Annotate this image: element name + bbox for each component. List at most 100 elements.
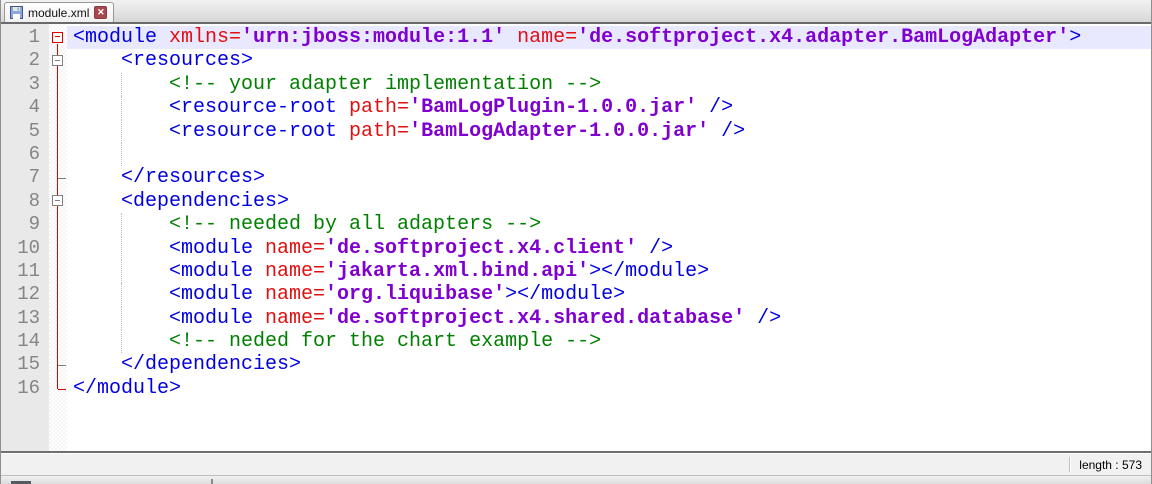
indent-guide xyxy=(121,260,122,283)
fold-guide xyxy=(49,353,67,376)
fold-marker[interactable] xyxy=(49,49,67,72)
code-text[interactable]: <dependencies> xyxy=(67,190,1151,213)
code-line-9[interactable]: 9 <!-- needed by all adapters --> xyxy=(1,213,1151,236)
code-text[interactable]: </resources> xyxy=(67,166,1151,189)
token-attr: name= xyxy=(265,283,325,306)
code-text[interactable]: <!-- your adapter implementation --> xyxy=(67,73,1151,96)
fold-guide xyxy=(49,377,67,400)
code-text[interactable]: <resource-root path='BamLogPlugin-1.0.0.… xyxy=(67,96,1151,119)
token-tag: /> xyxy=(709,120,745,143)
token-val: 'urn:jboss:module:1.1' xyxy=(241,26,505,49)
tab-module-xml[interactable]: module.xml ✕ xyxy=(4,2,114,22)
tab-title: module.xml xyxy=(28,6,89,20)
token-tag: <module xyxy=(73,26,169,49)
line-number[interactable]: 4 xyxy=(1,96,49,119)
code-text[interactable]: </dependencies> xyxy=(67,353,1151,376)
token-com: <!-- needed by all adapters --> xyxy=(73,213,541,236)
token-val: 'BamLogAdapter-1.0.0.jar' xyxy=(409,120,709,143)
tab-bar: module.xml ✕ xyxy=(1,0,1151,24)
code-line-6[interactable]: 6 xyxy=(1,143,1151,166)
token-tag: </dependencies> xyxy=(73,353,301,376)
indent-guide xyxy=(121,143,122,166)
code-text[interactable]: <module name='org.liquibase'></module> xyxy=(67,283,1151,306)
code-line-15[interactable]: 15 </dependencies> xyxy=(1,353,1151,376)
line-number[interactable]: 5 xyxy=(1,120,49,143)
code-text[interactable]: <module name='jakarta.xml.bind.api'></mo… xyxy=(67,260,1151,283)
fold-guide xyxy=(49,307,67,330)
token-tag: > xyxy=(1069,26,1081,49)
line-number[interactable]: 16 xyxy=(1,377,49,400)
token-tag: </resources> xyxy=(73,166,265,189)
code-text[interactable]: <module name='de.softproject.x4.client' … xyxy=(67,237,1151,260)
line-number[interactable]: 13 xyxy=(1,307,49,330)
token-tag: </module> xyxy=(73,377,181,400)
line-number[interactable]: 9 xyxy=(1,213,49,236)
line-number[interactable]: 6 xyxy=(1,143,49,166)
line-number[interactable]: 8 xyxy=(1,190,49,213)
code-line-16[interactable]: 16 </module> xyxy=(1,377,1151,400)
indent-guide xyxy=(121,237,122,260)
token-tag: <resources> xyxy=(73,49,253,72)
token-tag: <module xyxy=(73,260,265,283)
code-line-14[interactable]: 14 <!-- neded for the chart example --> xyxy=(1,330,1151,353)
code-line-11[interactable]: 11 <module name='jakarta.xml.bind.api'><… xyxy=(1,260,1151,283)
code-text[interactable]: </module> xyxy=(67,377,1151,400)
fold-guide xyxy=(49,143,67,166)
fold-guide xyxy=(49,120,67,143)
code-line-2[interactable]: 2 <resources> xyxy=(1,49,1151,72)
line-number[interactable]: 2 xyxy=(1,49,49,72)
token-tag: <dependencies> xyxy=(73,190,289,213)
code-line-5[interactable]: 5 <resource-root path='BamLogAdapter-1.0… xyxy=(1,120,1151,143)
token-attr: name= xyxy=(265,260,325,283)
token-tag: <resource-root xyxy=(73,96,349,119)
token-attr: path= xyxy=(349,120,409,143)
fold-marker[interactable] xyxy=(49,26,67,49)
token-val: 'de.softproject.x4.shared.database' xyxy=(325,307,745,330)
code-line-8[interactable]: 8 <dependencies> xyxy=(1,190,1151,213)
line-number[interactable]: 3 xyxy=(1,73,49,96)
token-tag: ></module> xyxy=(589,260,709,283)
token-val: 'jakarta.xml.bind.api' xyxy=(325,260,589,283)
code-text[interactable]: <module name='de.softproject.x4.shared.d… xyxy=(67,307,1151,330)
tab-close-button[interactable]: ✕ xyxy=(94,6,107,19)
fold-guide xyxy=(49,330,67,353)
fold-guide xyxy=(49,237,67,260)
code-text[interactable]: <!-- needed by all adapters --> xyxy=(67,213,1151,236)
taskbar-divider-sliver xyxy=(211,479,213,484)
indent-guide xyxy=(121,283,122,306)
token-val: 'org.liquibase' xyxy=(325,283,505,306)
token-tag: <module xyxy=(73,237,265,260)
editor-window: module.xml ✕ 1 <module xmlns='urn:jboss:m… xyxy=(0,0,1152,484)
code-line-3[interactable]: 3 <!-- your adapter implementation --> xyxy=(1,73,1151,96)
code-line-1[interactable]: 1 <module xmlns='urn:jboss:module:1.1' na… xyxy=(1,26,1151,49)
indent-guide xyxy=(121,213,122,236)
status-length: length : 573 xyxy=(1070,458,1151,472)
token-val: 'de.softproject.x4.client' xyxy=(325,237,637,260)
code-line-10[interactable]: 10 <module name='de.softproject.x4.clien… xyxy=(1,237,1151,260)
code-text[interactable]: <resources> xyxy=(67,49,1151,72)
code-text[interactable]: <module xmlns='urn:jboss:module:1.1' nam… xyxy=(67,26,1151,49)
code-text[interactable]: <resource-root path='BamLogAdapter-1.0.0… xyxy=(67,120,1151,143)
code-text[interactable]: <!-- neded for the chart example --> xyxy=(67,330,1151,353)
saved-floppy-icon xyxy=(10,6,23,19)
window-bottom-edge xyxy=(1,475,1151,484)
token-attr: name= xyxy=(265,307,325,330)
line-number[interactable]: 7 xyxy=(1,166,49,189)
line-number[interactable]: 10 xyxy=(1,237,49,260)
code-line-13[interactable]: 13 <module name='de.softproject.x4.share… xyxy=(1,307,1151,330)
code-line-7[interactable]: 7 </resources> xyxy=(1,166,1151,189)
fold-guide xyxy=(49,96,67,119)
line-number[interactable]: 12 xyxy=(1,283,49,306)
token-tag: /> xyxy=(637,237,673,260)
line-number[interactable]: 1 xyxy=(1,26,49,49)
fold-marker[interactable] xyxy=(49,190,67,213)
code-line-4[interactable]: 4 <resource-root path='BamLogPlugin-1.0.… xyxy=(1,96,1151,119)
code-line-12[interactable]: 12 <module name='org.liquibase'></module… xyxy=(1,283,1151,306)
code-text[interactable] xyxy=(67,143,1151,166)
line-number[interactable]: 11 xyxy=(1,260,49,283)
fold-guide xyxy=(49,283,67,306)
code-editor[interactable]: 1 <module xmlns='urn:jboss:module:1.1' na… xyxy=(1,24,1151,453)
fold-guide xyxy=(49,213,67,236)
line-number[interactable]: 15 xyxy=(1,353,49,376)
line-number[interactable]: 14 xyxy=(1,330,49,353)
